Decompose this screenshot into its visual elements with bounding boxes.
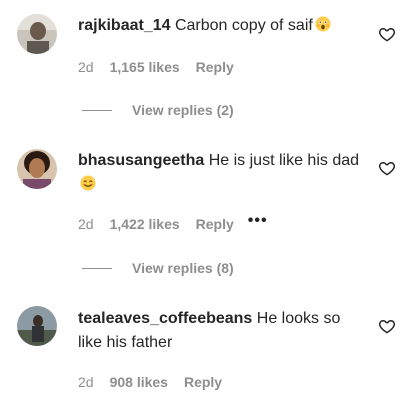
like-count[interactable]: 1,422 likes bbox=[110, 216, 180, 232]
view-replies-label: View replies (2) bbox=[132, 102, 234, 118]
reply-button[interactable]: Reply bbox=[196, 59, 234, 75]
replies-divider-line bbox=[82, 267, 112, 269]
more-options-icon[interactable]: ••• bbox=[248, 213, 268, 229]
like-heart-icon[interactable] bbox=[378, 25, 396, 43]
reply-button[interactable]: Reply bbox=[184, 374, 222, 390]
view-replies-label: View replies (8) bbox=[132, 260, 234, 276]
comment-meta: 2d 908 likes Reply bbox=[78, 374, 222, 390]
comment-meta: 2d 1,165 likes Reply bbox=[78, 59, 234, 75]
comment-text: tealeaves_coffeebeans He looks so like h… bbox=[78, 307, 368, 355]
comment-time[interactable]: 2d bbox=[78, 59, 94, 75]
comment-text: bhasusangeetha He is just like his dad bbox=[78, 149, 368, 197]
astonished-face-emoji-icon bbox=[315, 16, 331, 32]
like-count[interactable]: 1,165 likes bbox=[110, 59, 180, 75]
comment-username[interactable]: tealeaves_coffeebeans bbox=[78, 310, 252, 327]
comment-username[interactable]: bhasusangeetha bbox=[78, 152, 204, 169]
comment-time[interactable]: 2d bbox=[78, 374, 94, 390]
comment-text: rajkibaat_14 Carbon copy of saif bbox=[78, 14, 368, 38]
comment-username[interactable]: rajkibaat_14 bbox=[78, 17, 171, 34]
like-heart-icon[interactable] bbox=[378, 159, 396, 177]
comment-meta: 2d 1,422 likes Reply ••• bbox=[78, 213, 268, 233]
smiling-face-emoji-icon bbox=[80, 175, 96, 191]
comment-body: Carbon copy of saif bbox=[174, 17, 313, 34]
view-replies-button[interactable]: View replies (2) bbox=[82, 102, 234, 118]
avatar[interactable] bbox=[17, 306, 57, 346]
avatar[interactable] bbox=[17, 14, 57, 54]
comment-time[interactable]: 2d bbox=[78, 216, 94, 232]
like-heart-icon[interactable] bbox=[378, 317, 396, 335]
comment-body: He is just like his dad bbox=[208, 152, 360, 169]
reply-button[interactable]: Reply bbox=[196, 216, 234, 232]
like-count[interactable]: 908 likes bbox=[110, 374, 168, 390]
replies-divider-line bbox=[82, 109, 112, 111]
view-replies-button[interactable]: View replies (8) bbox=[82, 260, 234, 276]
avatar[interactable] bbox=[17, 149, 57, 189]
